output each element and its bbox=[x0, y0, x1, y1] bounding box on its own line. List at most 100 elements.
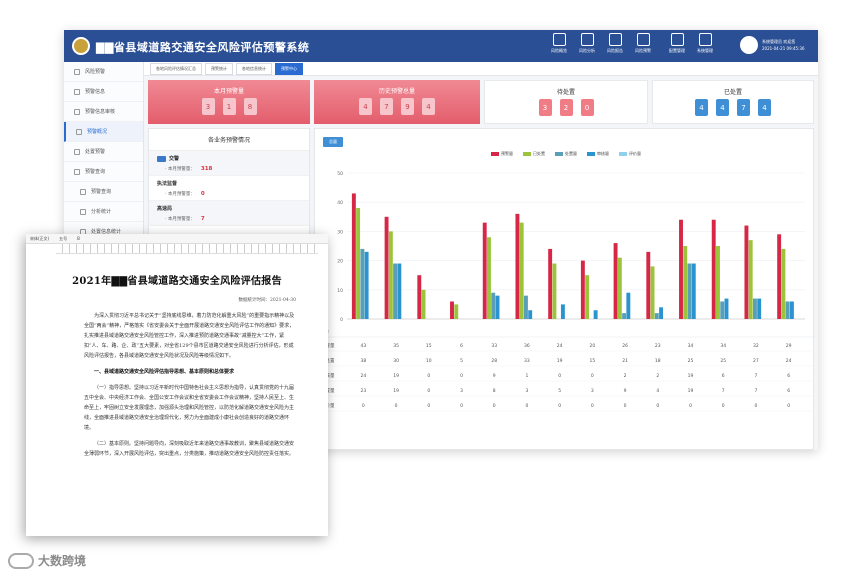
legend-swatch bbox=[587, 152, 595, 156]
report-document: 宋体(正文) 五号 B 2021年▇▇省县域道路交通安全风险评估报告 数据统计时… bbox=[26, 234, 328, 536]
table-cell: 15 bbox=[426, 343, 432, 349]
nav-risk-report[interactable]: 风险报告 bbox=[600, 33, 630, 54]
search-icon bbox=[74, 168, 80, 175]
tab-local-stats[interactable]: 各地信息统计 bbox=[236, 62, 272, 75]
legend-swatch bbox=[619, 152, 627, 156]
avatar[interactable] bbox=[740, 36, 758, 54]
dept-item-traffic-police[interactable]: 交警 · 本月预警量： 318 bbox=[149, 151, 309, 176]
legend-item[interactable]: 处置量 bbox=[555, 151, 577, 157]
tab-summary[interactable]: 各地风险评估情况汇总 bbox=[150, 62, 202, 75]
dot-icon bbox=[76, 128, 82, 135]
sidebar-item-warning-overview[interactable]: 预警概况 bbox=[64, 122, 143, 142]
nav-risk-analysis[interactable]: 风险分析 bbox=[572, 33, 602, 54]
table-cell: 0 bbox=[427, 403, 430, 409]
legend-label: 预警量 bbox=[501, 151, 513, 156]
table-cell: 34 bbox=[688, 343, 694, 349]
dept-item-highway[interactable]: 高速局 · 本月预警量： 7 bbox=[149, 201, 309, 226]
chart-panel: 总量 预警量已处置处置量审核量评价量 01020304050名称预警量43351… bbox=[314, 128, 815, 450]
table-cell: 0 bbox=[689, 403, 692, 409]
legend-label: 处置量 bbox=[565, 151, 577, 156]
bar bbox=[659, 307, 664, 319]
y-tick-label: 10 bbox=[337, 288, 343, 294]
table-cell: 2 bbox=[624, 373, 627, 379]
bold-button[interactable]: B bbox=[77, 236, 80, 241]
digit: 4 bbox=[716, 99, 729, 116]
total-button[interactable]: 总量 bbox=[323, 137, 343, 147]
digit: 4 bbox=[359, 98, 372, 115]
tab-warning-stats[interactable]: 预警统计 bbox=[205, 62, 233, 75]
sidebar-item-query-sub[interactable]: 预警查询 bbox=[64, 182, 143, 202]
y-tick-label: 40 bbox=[337, 200, 343, 206]
bar bbox=[450, 301, 454, 319]
table-cell: 19 bbox=[557, 358, 563, 364]
table-cell: 3 bbox=[460, 388, 463, 394]
table-cell: 3 bbox=[591, 388, 594, 394]
bar bbox=[393, 263, 398, 319]
sidebar-item-handle-warning[interactable]: 处置预警 bbox=[64, 142, 143, 162]
legend-swatch bbox=[491, 152, 499, 156]
font-size-select[interactable]: 五号 bbox=[59, 236, 67, 242]
table-cell: 28 bbox=[491, 358, 497, 364]
panel-title: 各业务预警情况 bbox=[149, 129, 309, 151]
sidebar-item-warning-review[interactable]: 预警信息审核 bbox=[64, 102, 143, 122]
table-cell: 9 bbox=[493, 373, 496, 379]
digit: 4 bbox=[758, 99, 771, 116]
bar bbox=[785, 301, 790, 319]
digit: 8 bbox=[243, 98, 257, 115]
bar bbox=[683, 246, 688, 319]
digit: 1 bbox=[222, 98, 236, 115]
table-cell: 0 bbox=[460, 373, 463, 379]
doc-body: 为深入贯彻习近平总书记关于“坚持底线思维，着力防范化解重大风险”的重要指示精神以… bbox=[26, 303, 328, 459]
nav-config[interactable]: 配置管理 bbox=[662, 33, 692, 54]
table-cell: 5 bbox=[558, 388, 561, 394]
watermark: 大数跨境 bbox=[8, 552, 86, 569]
bar bbox=[748, 240, 753, 319]
bar bbox=[548, 248, 553, 319]
table-cell: 2 bbox=[656, 373, 659, 379]
bar bbox=[417, 275, 422, 319]
bar bbox=[515, 213, 520, 319]
table-cell: 1 bbox=[525, 373, 528, 379]
y-tick-label: 50 bbox=[337, 171, 343, 177]
bar bbox=[593, 310, 598, 319]
sidebar-item-stats[interactable]: 分析统计 bbox=[64, 202, 143, 222]
legend-item[interactable]: 已处置 bbox=[523, 151, 545, 157]
sidebar-item-risk-warning[interactable]: 风险预警 bbox=[64, 62, 143, 82]
table-cell: 0 bbox=[395, 403, 398, 409]
y-tick-label: 30 bbox=[337, 229, 343, 235]
table-cell: 36 bbox=[524, 343, 530, 349]
card-pending: 待处置 320 bbox=[484, 80, 648, 124]
police-badge-icon bbox=[72, 37, 90, 55]
dept-item-supervision[interactable]: 执法监督 · 本月预警量： 0 bbox=[149, 176, 309, 201]
legend-item[interactable]: 审核量 bbox=[587, 151, 609, 157]
legend-label: 已处置 bbox=[533, 151, 545, 156]
bar bbox=[388, 231, 393, 319]
ruler bbox=[56, 244, 318, 254]
sidebar-item-warning-query[interactable]: 预警查询 bbox=[64, 162, 143, 182]
nav-system[interactable]: 系统管理 bbox=[690, 33, 720, 54]
tab-warning-center[interactable]: 预警中心 bbox=[275, 62, 303, 75]
table-cell: 23 bbox=[655, 343, 661, 349]
legend-item[interactable]: 评价量 bbox=[619, 151, 641, 157]
watermark-logo-icon bbox=[8, 552, 34, 569]
bar bbox=[720, 301, 725, 319]
nav-risk-overview[interactable]: 风险概览 bbox=[544, 33, 574, 54]
bar bbox=[613, 243, 618, 319]
table-cell: 19 bbox=[393, 373, 399, 379]
legend-label: 审核量 bbox=[597, 151, 609, 156]
nav-risk-warning[interactable]: 风险预警 bbox=[628, 33, 658, 54]
font-family-select[interactable]: 宋体(正文) bbox=[30, 236, 49, 242]
bar bbox=[691, 263, 696, 319]
bar bbox=[687, 263, 692, 319]
grid-icon bbox=[74, 68, 80, 75]
legend-item[interactable]: 预警量 bbox=[491, 151, 513, 157]
sidebar-item-warning-info[interactable]: 预警信息 bbox=[64, 82, 143, 102]
legend-label: 评价量 bbox=[629, 151, 641, 156]
table-cell: 24 bbox=[786, 358, 792, 364]
table-cell: 3 bbox=[525, 388, 528, 394]
table-cell: 7 bbox=[754, 388, 757, 394]
doc-paragraph: 为深入贯彻习近平总书记关于“坚持底线思维，着力防范化解重大风险”的重要指示精神以… bbox=[84, 313, 295, 359]
bar bbox=[650, 266, 655, 319]
table-cell: 27 bbox=[753, 358, 759, 364]
table-cell: 4 bbox=[656, 388, 659, 394]
